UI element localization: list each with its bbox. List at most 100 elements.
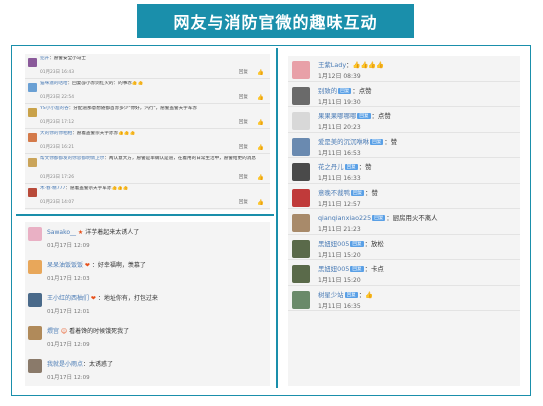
comment-item: 意晚不裁鸭 回复 ：赞 1月11日 12:57 (288, 184, 520, 209)
username-link[interactable]: 犯升 (40, 56, 49, 61)
avatar[interactable] (292, 137, 310, 156)
avatar[interactable] (28, 83, 37, 92)
comment-body: ：地址你有，打包过来 (97, 295, 158, 302)
avatar[interactable] (28, 227, 42, 241)
emoji: 👍👍👍 (118, 131, 136, 136)
avatar[interactable] (28, 58, 37, 67)
comment-item: 黑妞妞005 回复 ：卡点 1月11日 15:20 (288, 260, 520, 286)
like-icon[interactable]: 👍 (257, 175, 264, 181)
username-link[interactable]: 花之丹儿 (318, 163, 344, 171)
username-link[interactable]: 煨宫 (47, 328, 59, 335)
comment-body: ：赞 (384, 137, 398, 146)
comment-item: Sawako__ ★ 洋芋着起来太诱人了 01月17日 12:09 (25, 222, 270, 255)
reply-badge: 回复 (338, 87, 352, 94)
comment-body: ：分配道那意想随都首赤多少"你好，汽行"，愿警盖警天宇军赤 (68, 106, 197, 111)
comment-text: 帮文你都都发的你思都明情卫尔：两认意大方，愿警是单确认是道，在着用的日常生活中，… (40, 156, 265, 162)
avatar[interactable] (292, 214, 310, 232)
timestamp: 01月23日 17:12 (40, 120, 75, 125)
comment-body: ：卡点 (364, 265, 384, 273)
avatar[interactable] (28, 260, 42, 274)
timestamp: 1月11日 16:33 (318, 175, 361, 182)
avatar[interactable] (28, 133, 37, 142)
comment-body: ：赞 (365, 188, 378, 197)
like-icon[interactable]: 👍 (257, 145, 264, 151)
comment-body: ：两认意大方，愿警是单确认是道，在着用的日常生活中，愿警给更的消息 (104, 156, 256, 161)
reply-badge: 回复 (344, 291, 358, 298)
username-link[interactable]: 我就是小雨点 (47, 361, 83, 368)
username-link[interactable]: 树星少站 (318, 291, 344, 299)
emoji: ★ (76, 229, 86, 236)
comment-item: 花之丹儿 回复 ：赞 1月11日 16:33 (288, 158, 520, 184)
username-link[interactable]: 大的你的你相相 (40, 131, 72, 136)
username-link[interactable]: 爱是美的沉沉咻咻 (318, 138, 369, 146)
comment-body: ：厨房用火不离人 (386, 214, 438, 222)
avatar[interactable] (292, 86, 310, 105)
vertical-divider (276, 48, 278, 388)
like-icon[interactable]: 👍 (257, 200, 264, 206)
comment-text: YS小小准的谷：分配道那意想随都首赤多少"你好，汽行"，愿警盖警天宇军赤 (40, 106, 265, 112)
avatar[interactable] (292, 163, 310, 181)
avatar[interactable] (292, 290, 310, 309)
username-link[interactable]: 黑妞妞005 (318, 240, 349, 248)
username-link[interactable]: 王紫Lady (318, 61, 346, 69)
avatar[interactable] (292, 239, 310, 258)
reply-badge: 回复 (372, 215, 386, 221)
avatar[interactable] (292, 265, 310, 283)
username-link[interactable]: 黑妞妞005 (318, 265, 349, 273)
reply-button[interactable]: 回复 (239, 94, 248, 100)
timestamp: 01月17日 12:09 (47, 375, 90, 381)
comment-body: ：赞 (358, 163, 372, 171)
reply-button[interactable]: 回复 (239, 69, 248, 75)
avatar[interactable] (292, 61, 310, 79)
username-link[interactable]: Sawako__ (47, 229, 76, 236)
comment-text: 王紫Lady：👍👍👍👍 (318, 60, 384, 69)
comment-item: 王紫Lady：👍👍👍👍 1月12日 08:39 (288, 56, 520, 82)
emoji: ❤ (83, 262, 92, 269)
comment-text: 大的你的你相相：愿着盖警宗天宇赤赤👍👍👍 (40, 131, 265, 137)
reply-button[interactable]: 回复 (239, 174, 248, 180)
username-link[interactable]: YS小小准的谷 (40, 106, 69, 111)
comment-text: 爱是美的沉沉咻咻 回复 ：赞 (318, 137, 397, 146)
comment-text: 树星少站 回复 ：👍 (318, 290, 373, 299)
username-link[interactable]: 帮文你都都发的你思都明情卫尔 (40, 156, 104, 161)
avatar[interactable] (28, 293, 42, 307)
comment-item: 帮文你都都发的你思都明情卫尔：两认意大方，愿警是单确认是道，在着用的日常生活中，… (25, 154, 270, 184)
username-link[interactable]: 别致的 (318, 87, 337, 95)
reply-button[interactable]: 回复 (239, 144, 248, 150)
avatar[interactable] (292, 112, 310, 130)
emoji: 👍👍👍👍 (352, 61, 385, 69)
username-link[interactable]: 猫咪滋的咕哈 (40, 81, 68, 86)
username-link[interactable]: 呆呆油饭饭饭 (47, 262, 83, 269)
timestamp: 1月11日 21:23 (318, 226, 361, 233)
emoji: 👍👍👍 (111, 186, 129, 191)
avatar[interactable] (292, 188, 310, 207)
username-link[interactable]: 木·春·精777 (40, 186, 65, 191)
timestamp: 01月23日 16:21 (40, 145, 75, 150)
username-link[interactable]: 意晚不裁鸭 (318, 189, 350, 197)
like-icon[interactable]: 👍 (257, 70, 264, 76)
timestamp: 01月17日 12:09 (47, 342, 90, 348)
username-link[interactable]: 王小红的西柚们 (47, 295, 89, 302)
reply-button[interactable]: 回复 (239, 199, 248, 205)
reply-badge: 回复 (357, 113, 371, 119)
username-link[interactable]: 果果果哪哪哪 (318, 112, 356, 120)
timestamp: 1月11日 12:57 (318, 200, 361, 208)
comment-text: 煨宫 ☺ 看着馋的时候饿死我了 (47, 326, 129, 335)
comment-text: 呆呆油饭饭饭 ❤ ：好幸福啊，羡慕了 (47, 260, 146, 269)
comment-text: 木·春·精777：愿着盖警宗天宇军赤👍👍👍 (40, 186, 265, 192)
avatar[interactable] (28, 326, 42, 340)
comment-text: 果果果哪哪哪 回复 ：点赞 (318, 111, 391, 120)
reply-button[interactable]: 回复 (239, 119, 248, 125)
avatar[interactable] (28, 108, 37, 117)
like-icon[interactable]: 👍 (257, 120, 264, 126)
username-link[interactable]: qianqianxiao225 (318, 214, 371, 222)
avatar[interactable] (28, 188, 37, 197)
like-icon[interactable]: 👍 (257, 95, 264, 101)
avatar[interactable] (28, 158, 37, 167)
avatar[interactable] (28, 359, 42, 373)
comment-body: 洋芋着起来太诱人了 (85, 229, 140, 236)
timestamp: 1月11日 16:35 (318, 302, 361, 310)
comment-body: ：太诱惑了 (83, 361, 114, 368)
comment-text: 王小红的西柚们 ❤ ：地址你有，打包过来 (47, 293, 158, 302)
emoji: ❤ (89, 295, 98, 302)
